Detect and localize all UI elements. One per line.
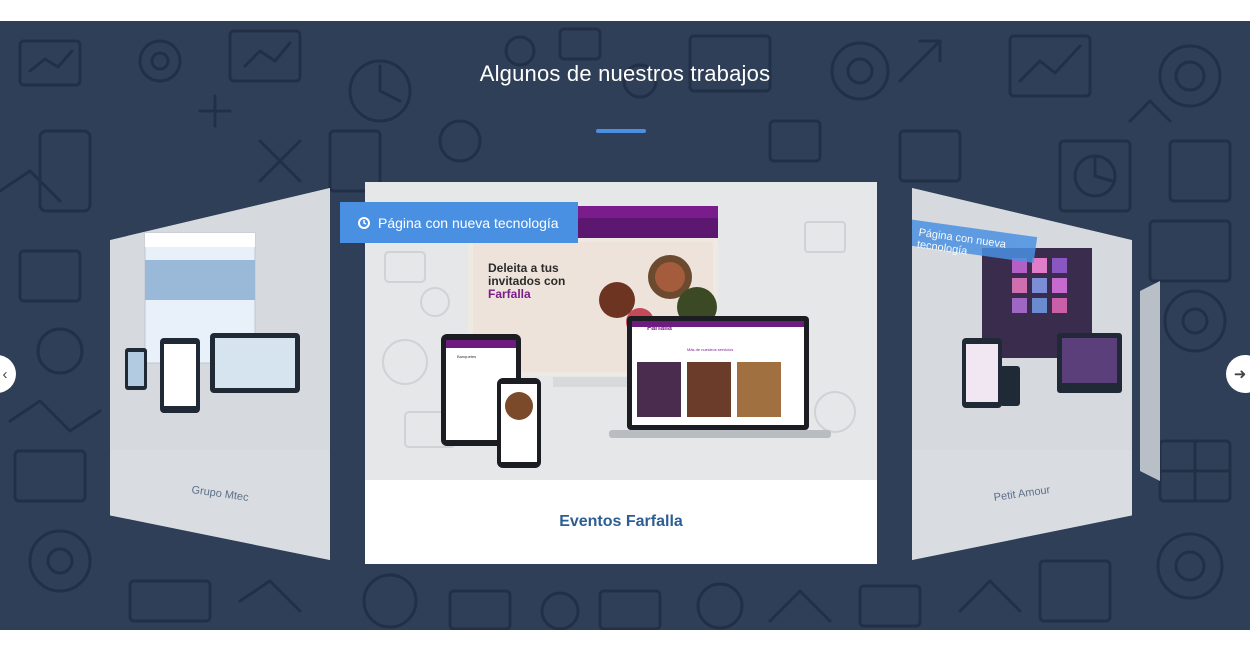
card-footer: Eventos Farfalla xyxy=(365,480,877,564)
clock-icon xyxy=(358,216,370,229)
chevron-left-icon: ‹ xyxy=(2,365,8,383)
title-underline xyxy=(596,129,646,133)
preview-brand-logo: Farfalla xyxy=(647,325,672,332)
portfolio-section: Algunos de nuestros trabajos Grupo Mtec xyxy=(0,21,1250,630)
section-title: Algunos de nuestros trabajos xyxy=(479,61,771,86)
carousel-card-grupo-mtec[interactable]: Grupo Mtec xyxy=(110,188,330,560)
carousel-card-next-edge xyxy=(1140,281,1160,481)
preview-headline-line-1: Deleita a tus xyxy=(488,261,559,275)
arrow-right-icon: ➜ xyxy=(1233,366,1247,383)
bottom-white-strip xyxy=(0,630,1250,650)
card-badge: Página con nueva tecnología xyxy=(340,202,578,243)
card-title[interactable]: Eventos Farfalla xyxy=(365,513,877,531)
preview-section-heading: Más de nuestros servicios xyxy=(687,347,734,352)
carousel-card-petit-amour[interactable]: Página con nueva tecnología Petit Amour xyxy=(912,188,1132,560)
preview-brand-text: Farfalla xyxy=(488,287,531,301)
top-white-strip xyxy=(0,0,1250,21)
card-badge-label: Página con nueva tecnología xyxy=(378,214,559,231)
preview-phone-heading: Banquetes xyxy=(457,354,477,359)
preview-headline-line-2: invitados con xyxy=(488,274,566,288)
